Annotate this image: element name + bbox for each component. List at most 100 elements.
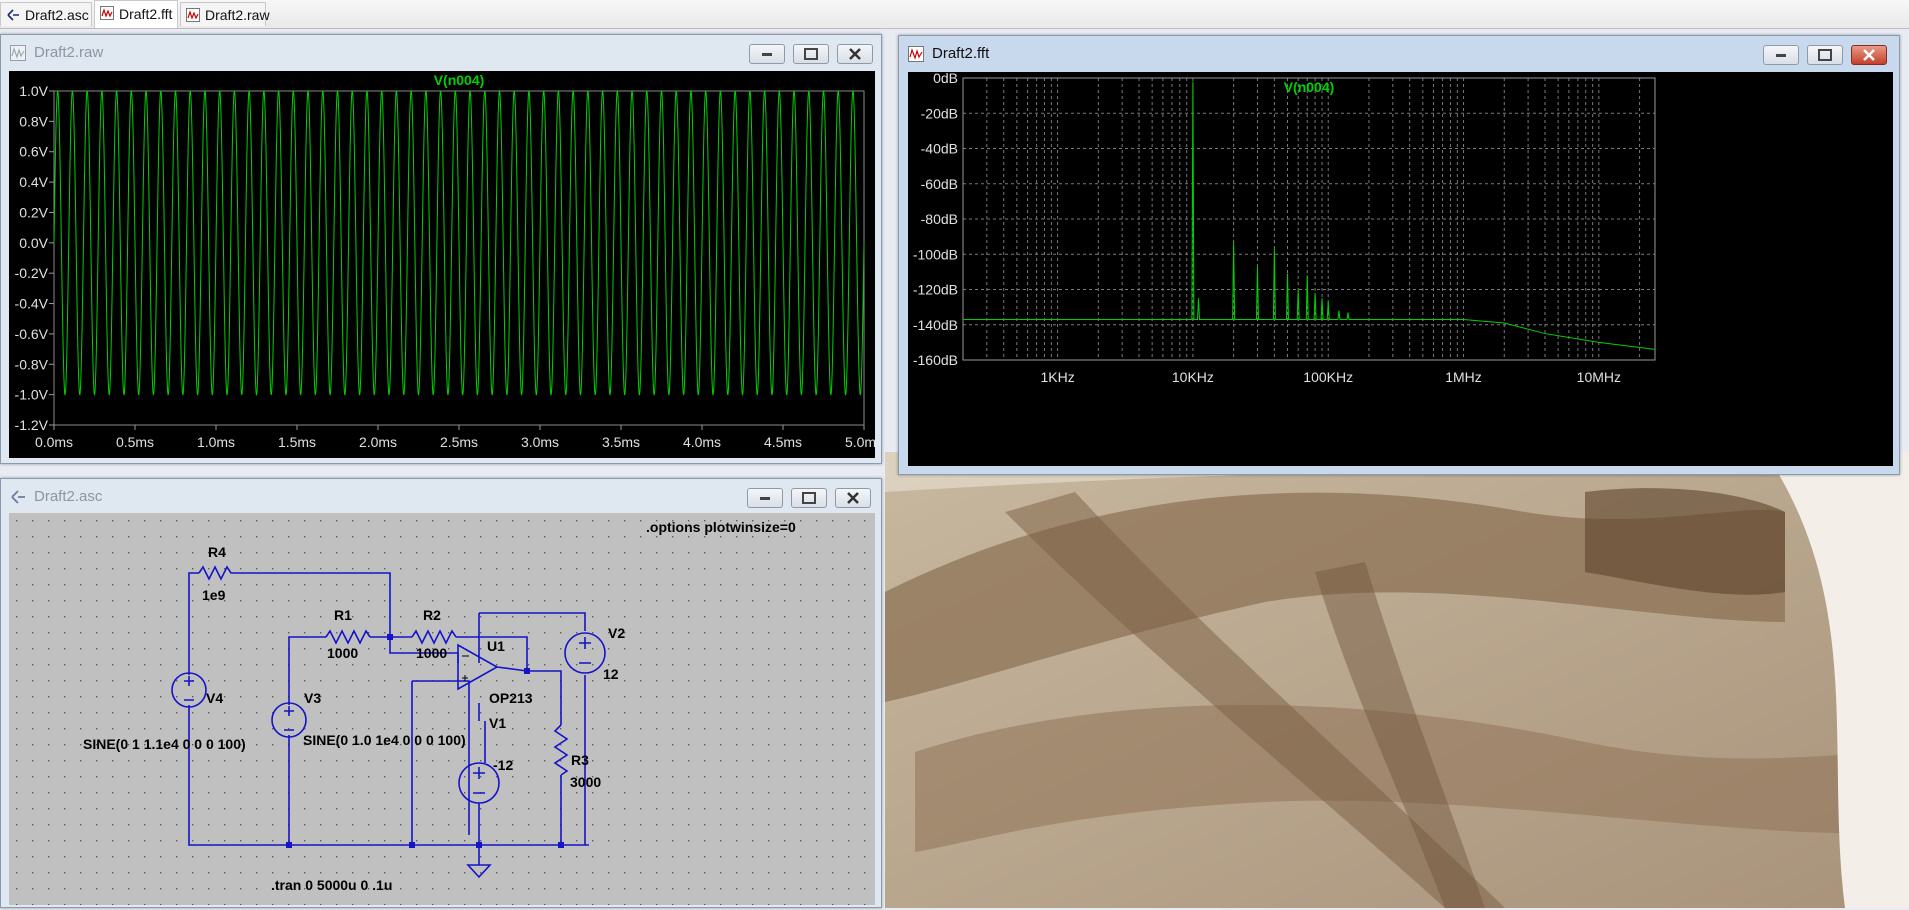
y-tick-label: -0.6V [15,326,49,342]
trace-v-n004[interactable] [53,90,865,396]
maximize-button[interactable] [1807,45,1843,65]
minimize-button[interactable] [1763,45,1799,65]
minimize-icon [1776,54,1786,57]
minimize-button[interactable] [747,488,783,508]
fft-grid [962,77,1655,361]
document-tab-bar: Draft2.asc Draft2.fft Draft2.raw [0,0,1909,29]
tab-label: Draft2.fft [119,6,173,22]
window-titlebar[interactable]: Draft2.raw [1,35,881,69]
fft-plot-pane[interactable]: V(n004) 0dB -20dB -40dB -60dB -80dB -100dB -120… [908,70,1893,466]
x-tick-label: 1.0ms [197,434,235,450]
y-tick-label: 0.6V [19,144,48,160]
maximize-icon [804,48,818,60]
x-tick-label: 2.0ms [359,434,397,450]
circuit-schematic[interactable]: .options plotwinsize=0 .tran 0 5000u 0 .… [9,513,875,905]
window-draft2-raw[interactable]: Draft2.raw V(n004) 1.0V 0.8V 0.6V 0.4V 0.2V 0.… [0,34,884,464]
tab-draft2-fft[interactable]: Draft2.fft [94,0,178,28]
label-r3-name: R3 [571,752,589,768]
y-tick-label: -0.4V [15,296,49,312]
label-r2-value: 1000 [416,645,447,661]
x-tick-label: 0.5ms [116,434,154,450]
label-v3-name: V3 [304,690,321,706]
maximize-icon [1818,49,1832,61]
label-v2-value: 12 [603,666,619,682]
maximize-button[interactable] [791,488,827,508]
window-titlebar[interactable]: Draft2.asc [1,479,881,513]
tab-draft2-asc[interactable]: Draft2.asc [0,2,92,26]
x-tick-label: 4.0ms [683,434,721,450]
y-tick-label: -60dB [921,176,958,192]
x-tick-label: 3.0ms [521,434,559,450]
label-v1-name: V1 [489,715,506,731]
y-tick-label: -20dB [921,105,958,121]
x-tick-label: 100KHz [1303,369,1353,385]
close-button[interactable] [1851,45,1887,65]
schematic-icon [11,490,25,504]
x-tick-label: 10KHz [1172,369,1214,385]
window-draft2-fft[interactable]: Draft2.fft V(n004) 0dB -20dB -40dB -60dB -80d… [898,35,1900,475]
x-tick-label: 1MHz [1445,369,1482,385]
window-title: Draft2.asc [34,488,103,505]
x-tick-label: 0.0ms [35,434,73,450]
trace-v-n004-spectrum[interactable] [963,81,1656,350]
tab-label: Draft2.asc [25,7,89,23]
window-title: Draft2.raw [34,44,104,61]
minimize-icon [760,497,770,500]
trace-label[interactable]: V(n004) [1284,79,1335,95]
label-r4-value: 1e9 [202,587,226,603]
close-icon [847,492,859,504]
trace-label[interactable]: V(n004) [434,72,485,88]
label-u1-name: U1 [487,638,505,654]
fft-spectrum-chart[interactable]: V(n004) 0dB -20dB -40dB -60dB -80dB -100dB -120… [908,70,1893,466]
close-icon [1863,49,1875,61]
desktop-background-image [885,452,1909,908]
x-tick-label: 10MHz [1577,369,1621,385]
waveform-plot-pane[interactable]: V(n004) 1.0V 0.8V 0.6V 0.4V 0.2V 0.0V -0.2V -0.4… [9,71,884,458]
close-icon [849,48,861,60]
window-titlebar[interactable]: Draft2.fft [899,36,1899,70]
y-tick-label: -80dB [921,211,958,227]
close-button[interactable] [835,488,871,508]
close-button[interactable] [837,44,873,64]
waveform-icon [186,8,200,22]
y-tick-label: -160dB [913,352,958,368]
y-tick-label: 0dB [933,72,958,86]
schematic-canvas[interactable]: .options plotwinsize=0 .tran 0 5000u 0 .… [9,513,875,905]
waveform-icon [100,6,114,20]
label-v4-name: V4 [206,690,223,706]
schematic-icon [7,9,19,21]
x-tick-label: 3.5ms [602,434,640,450]
x-tick-label: 2.5ms [440,434,478,450]
y-tick-label: -0.2V [15,265,49,281]
x-tick-label: 1KHz [1040,369,1074,385]
tab-draft2-raw[interactable]: Draft2.raw [180,2,270,26]
label-v3-value: SINE(0 1.0 1e4 0 0 0 100) [303,732,466,748]
directive-tran[interactable]: .tran 0 5000u 0 .1u [271,877,392,893]
y-tick-label: 0.2V [19,204,48,220]
y-tick-label: -120dB [913,282,958,298]
window-draft2-asc[interactable]: Draft2.asc .options plotwinsize=0 .tran … [0,478,882,908]
maximize-icon [802,492,816,504]
y-tick-label: -1.0V [15,387,49,403]
maximize-button[interactable] [793,44,829,64]
label-v1-value: -12 [493,757,513,773]
label-r2-name: R2 [423,607,441,623]
x-tick-label: 4.5ms [764,434,802,450]
label-r4-name: R4 [208,544,226,560]
y-tick-label: 0.8V [19,113,48,129]
y-tick-label: -0.8V [15,356,49,372]
label-u1-value: OP213 [489,690,533,706]
y-tick-label: 1.0V [19,83,48,99]
label-r3-value: 3000 [570,774,601,790]
label-v2-name: V2 [608,625,625,641]
y-tick-label: -1.2V [15,417,49,433]
y-tick-label: -140dB [913,317,958,333]
transient-waveform-chart[interactable]: V(n004) 1.0V 0.8V 0.6V 0.4V 0.2V 0.0V -0.2V -0.4… [9,71,884,458]
label-v4-value: SINE(0 1 1.1e4 0 0 0 100) [83,736,246,752]
directive-options[interactable]: .options plotwinsize=0 [646,519,796,535]
minimize-button[interactable] [749,44,785,64]
x-tick-label: 1.5ms [278,434,316,450]
window-title: Draft2.fft [932,45,990,62]
minimize-icon [762,53,772,56]
label-r1-name: R1 [334,607,352,623]
